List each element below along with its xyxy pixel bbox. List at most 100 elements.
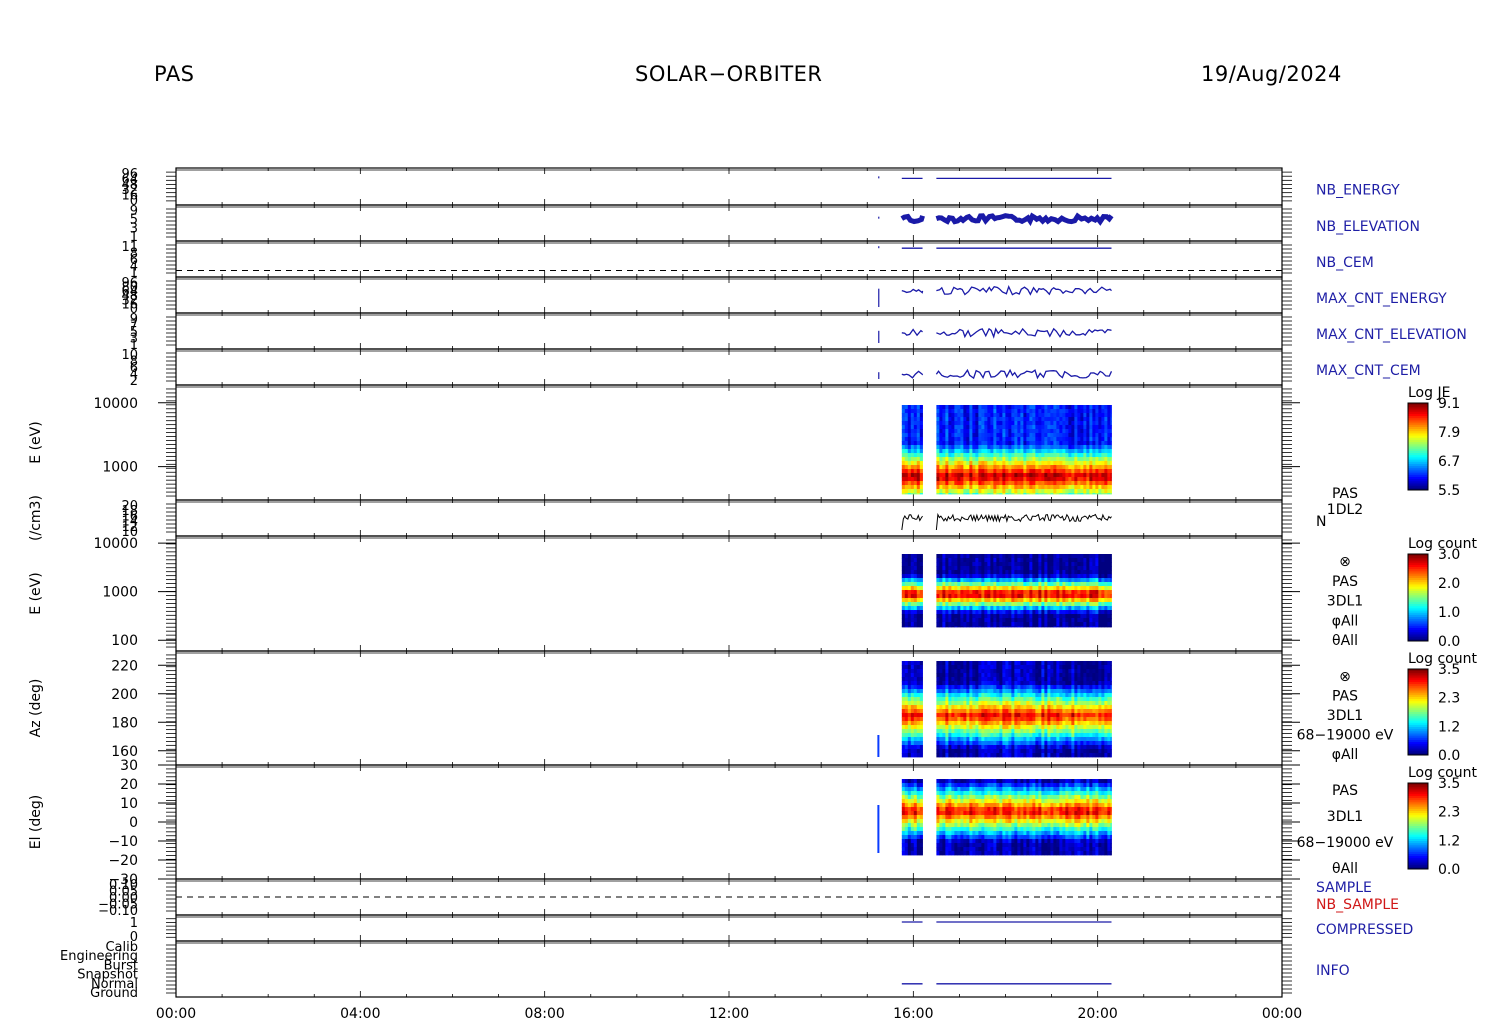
heatmap-cell [1068,485,1072,490]
heatmap-cell [1065,469,1069,474]
heatmap-cell [966,721,970,726]
colorbar-tick-label: 5.5 [1438,483,1460,499]
heatmap-cell [1062,554,1066,559]
heatmap-cell [1020,485,1024,490]
heatmap-cell [1089,586,1093,591]
heatmap-cell [1020,725,1024,730]
heatmap-cell [1077,602,1081,607]
heatmap-cell [972,429,976,434]
heatmap-cell [904,697,909,702]
heatmap-cell [1023,701,1027,706]
heatmap-cell [972,697,976,702]
heatmap-cell [948,461,952,466]
heatmap-cell [910,453,915,458]
heatmap-cell [1038,598,1042,603]
heatmap-cell [1086,566,1090,571]
heatmap-cell [984,473,988,478]
heatmap-cell [936,622,940,627]
heatmap-cell [972,473,976,478]
heatmap-cell [996,590,1000,595]
heatmap-cell [1023,485,1027,490]
heatmap-cell [1020,574,1024,579]
heatmap-cell [1053,562,1057,567]
heatmap-cell [945,425,949,430]
heatmap-cell [1080,618,1084,623]
heatmap-cell [993,594,997,599]
heatmap-cell [945,661,949,666]
heatmap-cell [957,689,961,694]
heatmap-cell [999,709,1003,714]
heatmap-cell [1068,606,1072,611]
heatmap-cell [1023,602,1027,607]
heatmap-cell [1056,614,1060,619]
heatmap-cell [957,590,961,595]
y-tick-label: 100 [111,633,138,649]
heatmap-cell [904,405,909,410]
heatmap-cell [1008,749,1012,754]
heatmap-cell [978,570,982,575]
heatmap-cell [919,685,923,690]
heatmap-cell [904,693,909,698]
heatmap-cell [1011,417,1015,422]
heatmap-cell [957,618,961,623]
heatmap-cell [1014,570,1018,575]
heatmap-cell [993,421,997,426]
heatmap-cell [1047,429,1051,434]
heatmap-cell [966,417,970,422]
heatmap-cell [1098,437,1102,442]
heatmap-cell [1089,602,1093,607]
heatmap-cell [936,717,940,722]
heatmap-cell [978,441,982,446]
heatmap-cell [957,425,961,430]
heatmap-cell [954,578,958,583]
heatmap-cell [1101,409,1105,414]
heatmap-cell [1083,614,1087,619]
heatmap-cell [990,610,994,615]
heatmap-cell [1068,610,1072,615]
heatmap-cell [1038,465,1042,470]
heatmap-cell [996,445,1000,450]
heatmap-cell [1038,409,1042,414]
heatmap-cell [987,457,991,462]
heatmap-cell [987,405,991,410]
heatmap-cell [1074,453,1078,458]
heatmap-cell [910,413,915,418]
heatmap-cell [984,701,988,706]
heatmap-cell [904,429,909,434]
heatmap-cell [1014,661,1018,666]
heatmap-cell [975,665,979,670]
heatmap-cell [969,465,973,470]
heatmap-cell [990,566,994,571]
heatmap-cell [1044,586,1048,591]
heatmap-cell [1002,582,1006,587]
heatmap-cell [1110,409,1112,414]
heatmap-cell [1047,417,1051,422]
heatmap-cell [939,737,943,742]
heatmap-cell [1011,661,1015,666]
heatmap-cell [948,413,952,418]
heatmap-cell [939,417,943,422]
heatmap-cell [951,733,955,738]
heatmap-cell [913,606,918,611]
heatmap-cell [984,465,988,470]
heatmap-cell [1035,574,1039,579]
heatmap-cell [990,429,994,434]
heatmap-cell [1077,566,1081,571]
heatmap-cell [993,574,997,579]
heatmap-cell [1104,598,1108,603]
heatmap-cell [969,433,973,438]
heatmap-cell [945,741,949,746]
heatmap-cell [1077,574,1081,579]
heatmap-cell [942,566,946,571]
heatmap-cell [1038,437,1042,442]
heatmap-cell [999,562,1003,567]
heatmap-cell [990,693,994,698]
heatmap-cell [951,493,955,495]
heatmap-cell [1110,449,1112,454]
heatmap-cell [1035,449,1039,454]
heatmap-cell [987,669,991,674]
heatmap-cell [1020,661,1024,666]
heatmap-cell [993,566,997,571]
heatmap-cell [1038,417,1042,422]
heatmap-cell [1020,733,1024,738]
